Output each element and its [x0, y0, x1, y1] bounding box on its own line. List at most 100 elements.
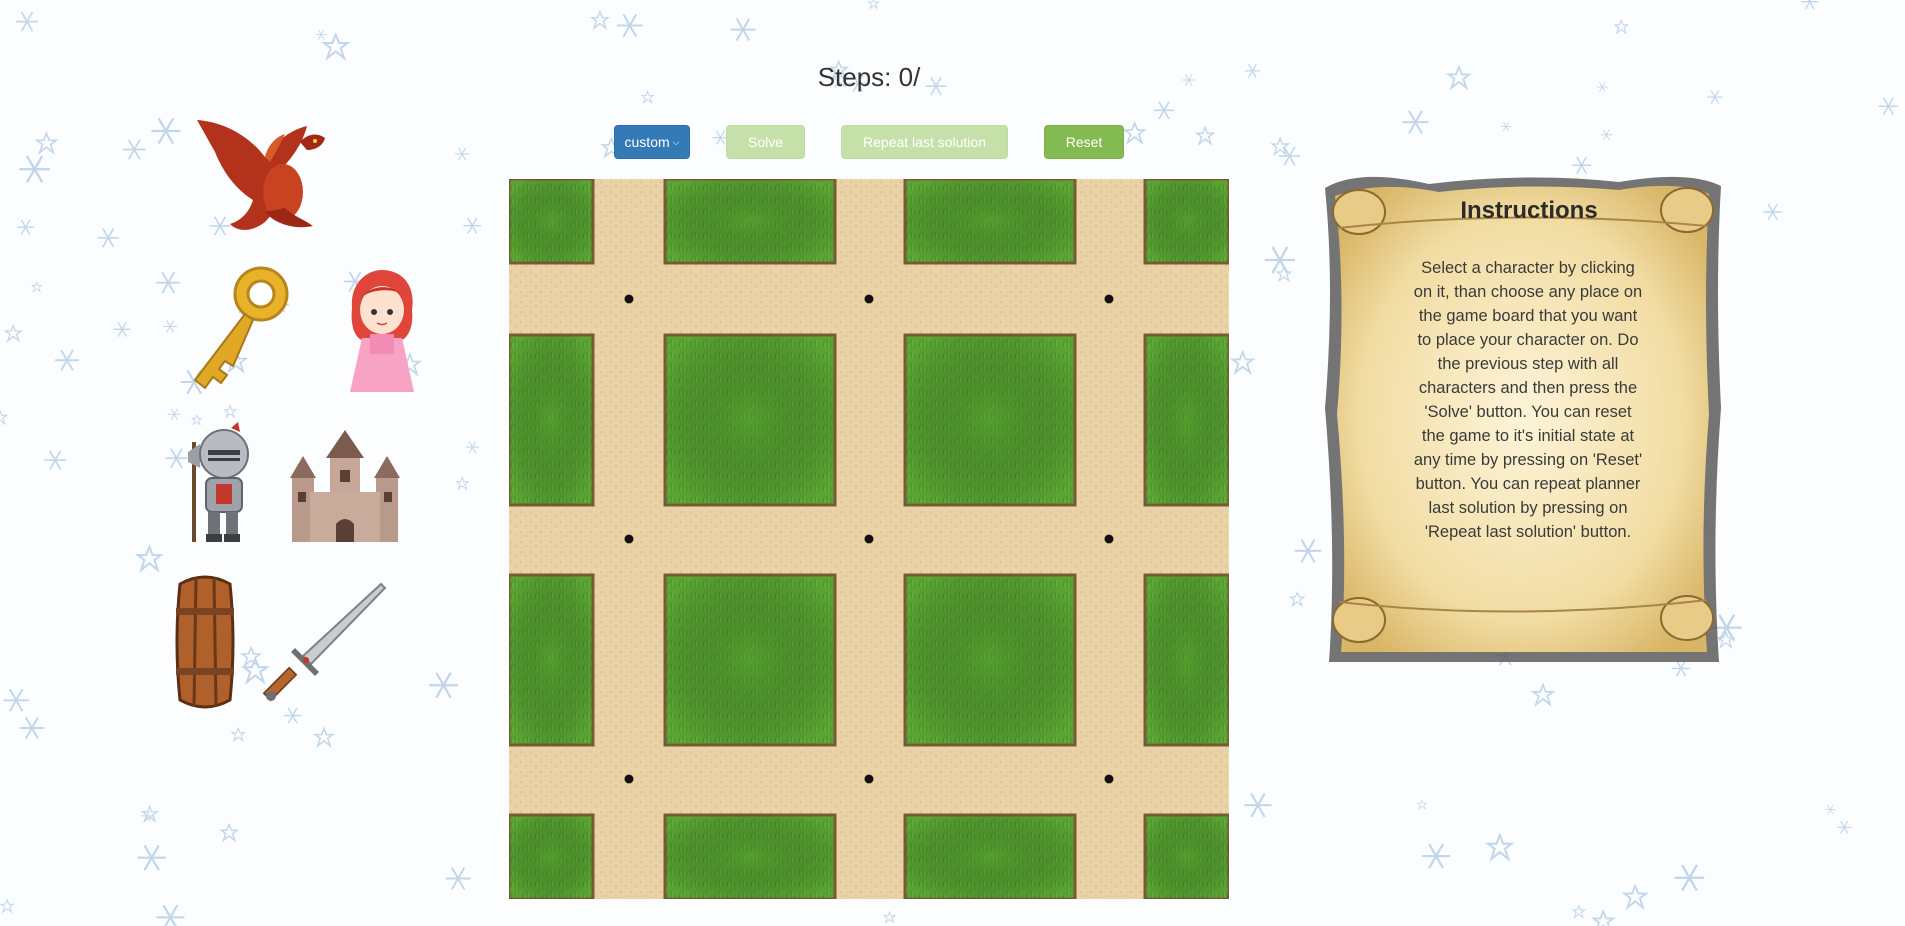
grass-tile-shade: [509, 575, 593, 745]
snowflake-icon: [1124, 122, 1146, 144]
snowflake-icon: [141, 805, 158, 822]
snowflake-icon: [729, 17, 757, 42]
path-intersection-dot[interactable]: [1104, 294, 1114, 304]
snowflake-icon: [1231, 351, 1254, 374]
snowflake-icon: [1614, 19, 1629, 34]
path-intersection-dot[interactable]: [864, 534, 874, 544]
snowflake-icon: [96, 227, 120, 248]
snowflake-icon: [5, 324, 22, 342]
custom-dropdown-button[interactable]: custom ⌵: [614, 125, 690, 159]
snowflake-icon: [1673, 863, 1706, 892]
snowflake-icon: [868, 0, 879, 9]
grass-tile-shade: [665, 179, 835, 263]
snowflake-icon: [122, 138, 147, 161]
snowflake-icon: [136, 844, 167, 872]
grass-tile-shade: [1145, 575, 1229, 745]
game-board[interactable]: [509, 179, 1229, 899]
instructions-title: Instructions: [1460, 197, 1598, 224]
snowflake-icon: [241, 646, 261, 667]
snowflake-icon: [220, 823, 238, 842]
snowflake-icon: [1289, 591, 1305, 607]
snowflake-icon: [1824, 804, 1837, 815]
snowflake-icon: [427, 671, 460, 699]
path-intersection-dot[interactable]: [1104, 534, 1114, 544]
snowflake-icon: [1671, 659, 1691, 677]
snowflake-icon: [15, 11, 39, 32]
princess-character[interactable]: [342, 268, 422, 396]
golden-key-character[interactable]: [183, 262, 295, 400]
path-intersection-dot[interactable]: [624, 534, 634, 544]
path-intersection-dot[interactable]: [1104, 774, 1114, 784]
snowflake-icon: [323, 33, 349, 60]
solve-button[interactable]: Solve: [726, 125, 805, 159]
snowflake-icon: [18, 716, 46, 740]
snowflake-icon: [1421, 842, 1452, 870]
snowflake-icon: [36, 132, 57, 154]
snowflake-icon: [883, 911, 896, 924]
snowflake-icon: [616, 13, 644, 38]
snowflake-icon: [641, 90, 654, 104]
snowflake-icon: [31, 281, 42, 292]
snowflake-icon: [314, 727, 334, 747]
snowflake-icon: [1836, 820, 1852, 835]
snowflake-icon: [1762, 203, 1783, 221]
grass-tile-shade: [509, 335, 593, 505]
reset-button[interactable]: Reset: [1044, 125, 1124, 159]
grass-tile-shade: [905, 179, 1075, 263]
grass-tile-shade: [1145, 179, 1229, 263]
grass-tile-shade: [1145, 815, 1229, 899]
snowflake-icon: [315, 29, 328, 40]
repeat-last-solution-button[interactable]: Repeat last solution: [841, 125, 1008, 159]
snowflake-icon: [465, 440, 480, 454]
snowflake-icon: [1500, 121, 1512, 132]
barrel-character[interactable]: [174, 574, 236, 710]
snowflake-icon: [1877, 97, 1899, 116]
grass-tile-shade: [665, 335, 835, 505]
grass-tile-shade: [665, 575, 835, 745]
snowflake-icon: [18, 154, 52, 184]
grass-tile-shade: [1145, 335, 1229, 505]
snowflake-icon: [1153, 100, 1175, 120]
grass-tile-shade: [509, 815, 593, 899]
snowflake-icon: [444, 866, 472, 891]
path-intersection-dot[interactable]: [624, 774, 634, 784]
snowflake-icon: [1401, 109, 1430, 135]
snowflake-icon: [113, 321, 132, 338]
snowflake-icon: [150, 117, 182, 145]
dragon-character[interactable]: [195, 112, 340, 242]
custom-label: custom: [624, 134, 670, 150]
snowflake-icon: [1271, 137, 1289, 155]
knight-character[interactable]: [186, 422, 258, 544]
snowflake-icon: [1599, 129, 1613, 141]
snowflake-icon: [1532, 683, 1554, 706]
snowflake-icon: [43, 450, 67, 471]
snowflake-icon: [1278, 146, 1301, 167]
castle-character[interactable]: [286, 430, 404, 544]
snowflake-icon: [231, 727, 246, 742]
snowflake-icon: [1572, 905, 1586, 918]
snowflake-icon: [162, 320, 178, 333]
snowflake-icon: [54, 348, 80, 372]
snowflake-icon: [1486, 834, 1513, 860]
path-intersection-dot[interactable]: [624, 294, 634, 304]
chevron-down-icon: ⌵: [672, 136, 680, 147]
snowflake-icon: [1800, 0, 1819, 10]
snowflake-icon: [454, 147, 470, 161]
snowflake-icon: [167, 408, 182, 421]
snowflake-icon: [155, 904, 186, 926]
snowflake-icon: [1196, 126, 1215, 145]
snowflake-icon: [223, 405, 237, 418]
snowflake-icon: [0, 409, 8, 425]
snowflake-icon: [16, 219, 35, 236]
sword-character[interactable]: [261, 580, 387, 706]
path-intersection-dot[interactable]: [864, 774, 874, 784]
snowflake-icon: [1293, 538, 1323, 564]
snowflake-icon: [1592, 910, 1615, 926]
snowflake-icon: [462, 217, 482, 235]
snowflake-icon: [0, 899, 14, 913]
snowflake-icon: [455, 476, 469, 490]
snowflake-icon: [1263, 245, 1297, 275]
path-intersection-dot[interactable]: [864, 294, 874, 304]
grass-tile-shade: [509, 179, 593, 263]
snowflake-icon: [136, 545, 162, 571]
